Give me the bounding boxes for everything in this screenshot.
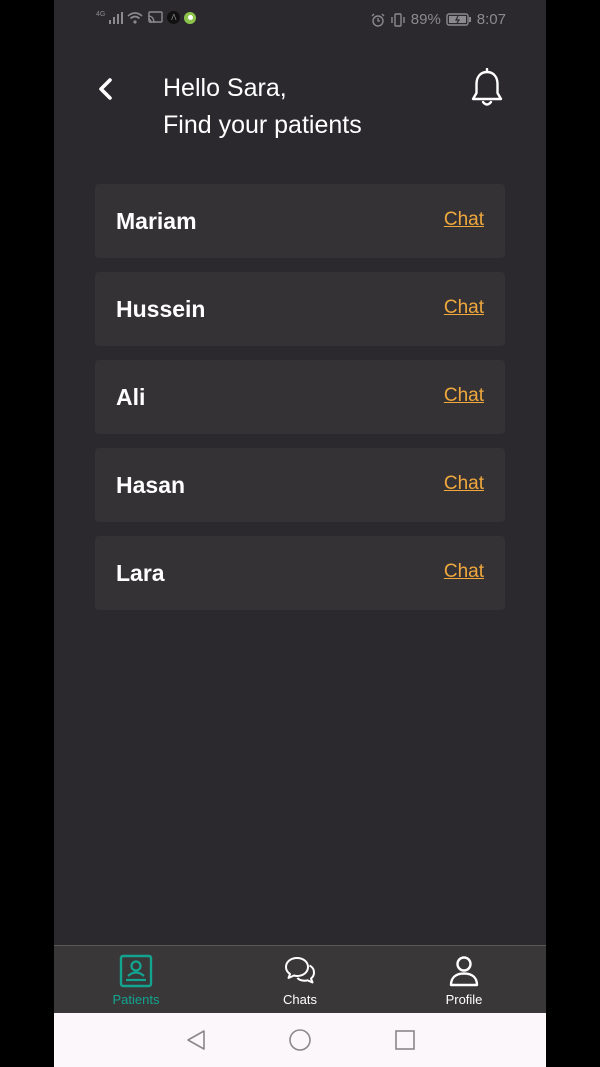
nav-tab-patients[interactable]: Patients xyxy=(76,946,196,1014)
wifi-icon xyxy=(127,11,143,24)
active-app-icon xyxy=(184,11,197,24)
patient-name: Hasan xyxy=(116,472,186,498)
chevron-left-icon xyxy=(99,78,112,100)
bottom-nav: Patients Chats Profile xyxy=(54,945,546,1014)
system-nav-bar xyxy=(54,1013,546,1067)
bell-icon xyxy=(471,67,503,106)
alarm-icon xyxy=(371,13,385,27)
patient-name: Mariam xyxy=(116,208,197,234)
greeting-line: Hello Sara, xyxy=(163,74,287,102)
page-title: Hello Sara, Find your patients xyxy=(163,70,362,144)
system-back-icon[interactable] xyxy=(184,1028,208,1052)
app-screen: 4G Λ 89% 8:07 Hello Sara, Find your pati… xyxy=(54,0,546,1067)
patient-name: Ali xyxy=(116,384,146,410)
chats-icon xyxy=(285,957,315,984)
battery-icon xyxy=(446,13,471,26)
nav-label: Patients xyxy=(112,992,160,1007)
nav-label: Profile xyxy=(445,992,483,1007)
system-recents-icon[interactable] xyxy=(393,1028,417,1052)
subtitle-line: Find your patients xyxy=(163,111,362,139)
patient-card: Hasan Chat xyxy=(95,448,505,522)
system-home-icon[interactable] xyxy=(288,1028,312,1052)
chat-link[interactable]: Chat xyxy=(444,209,484,231)
nav-tab-chats[interactable]: Chats xyxy=(240,946,360,1014)
vibrate-icon xyxy=(391,12,405,27)
chat-link[interactable]: Chat xyxy=(444,385,484,407)
patient-card: Lara Chat xyxy=(95,536,505,610)
patient-card: Hussein Chat xyxy=(95,272,505,346)
cast-icon xyxy=(148,11,164,24)
back-button[interactable] xyxy=(92,74,120,104)
status-left: 4G Λ xyxy=(96,11,197,24)
status-bar: 4G Λ 89% 8:07 xyxy=(54,0,546,38)
app-notification-icon: Λ xyxy=(167,11,181,24)
profile-icon xyxy=(449,956,479,987)
notifications-button[interactable] xyxy=(468,67,506,108)
clock-time: 8:07 xyxy=(476,11,506,28)
patient-card: Mariam Chat xyxy=(95,184,505,258)
nav-label: Chats xyxy=(283,992,317,1007)
nav-tab-profile[interactable]: Profile xyxy=(404,946,524,1014)
patients-icon xyxy=(119,954,153,988)
patient-name: Lara xyxy=(116,560,165,586)
signal-icon xyxy=(109,11,124,24)
battery-percent: 89% xyxy=(410,11,441,28)
patient-name: Hussein xyxy=(116,296,206,322)
chat-link[interactable]: Chat xyxy=(444,297,484,319)
network-type-label: 4G xyxy=(96,11,106,18)
status-right: 89% 8:07 xyxy=(371,11,506,28)
chat-link[interactable]: Chat xyxy=(444,561,484,583)
patient-card: Ali Chat xyxy=(95,360,505,434)
chat-link[interactable]: Chat xyxy=(444,473,484,495)
